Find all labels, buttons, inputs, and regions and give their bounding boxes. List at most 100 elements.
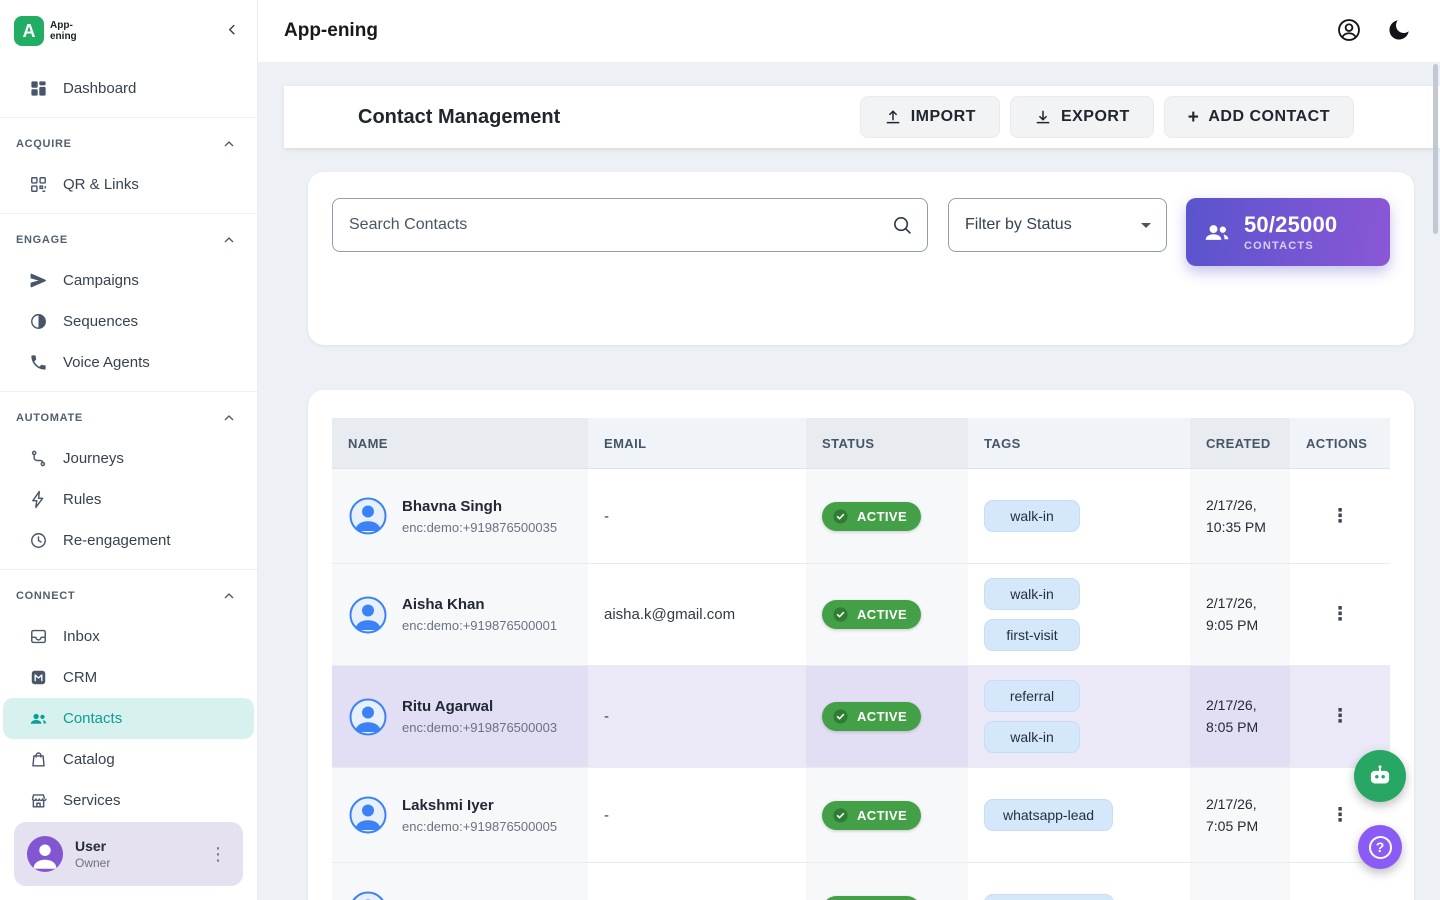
toolbar-actions: IMPORT EXPORT + ADD CONTACT	[860, 96, 1354, 138]
search-input[interactable]	[349, 216, 891, 234]
row-actions-button[interactable]: ⋮	[1321, 599, 1360, 630]
sidebar-item-crm[interactable]: CRM	[0, 657, 257, 698]
sidebar-item-inbox[interactable]: Inbox	[0, 616, 257, 657]
row-actions-button[interactable]: ⋮	[1321, 800, 1360, 831]
cell-email: -	[588, 469, 806, 563]
tag-chip: walk-in	[984, 721, 1080, 753]
contacts-table: NAMEEMAILSTATUSTAGSCREATEDACTIONS Bhavna…	[308, 390, 1414, 900]
sidebar-item-sequences[interactable]: Sequences	[0, 301, 257, 342]
help-fab[interactable]: ?	[1358, 825, 1402, 869]
table-row: Bhavna Singh enc:demo:+919876500035 - ACTIV…	[332, 469, 1390, 564]
export-button[interactable]: EXPORT	[1010, 96, 1154, 138]
column-header-created: CREATED	[1190, 418, 1290, 468]
row-actions-button[interactable]: ⋮	[1321, 895, 1360, 900]
section-title: CONNECT	[16, 590, 75, 602]
status-filter-select[interactable]: Filter by Status	[948, 198, 1167, 252]
cell-name: Bhavna Singh enc:demo:+919876500035	[332, 469, 588, 563]
sidebar-section-automate[interactable]: AUTOMATE	[0, 398, 257, 438]
sidebar-item-campaigns[interactable]: Campaigns	[0, 260, 257, 301]
chat-assistant-fab[interactable]	[1354, 750, 1406, 802]
contacts-count: 50/25000	[1244, 212, 1337, 238]
add-contact-label: ADD CONTACT	[1208, 108, 1330, 126]
app-logo[interactable]: A App- ening	[14, 16, 77, 46]
app-window: A App- ening Dashboard ACQUIREQR & Links E…	[0, 0, 1440, 900]
table-row: Jyoti RawatACTIVEcampaign-lead2/17/26⋮	[332, 863, 1390, 900]
search-icon	[891, 214, 913, 236]
app-title: App-ening	[284, 20, 378, 42]
plus-icon: +	[1188, 108, 1200, 127]
tag-chip: first-visit	[984, 619, 1080, 651]
contact-email: -	[604, 807, 609, 824]
sidebar-item-services[interactable]: Services	[0, 780, 257, 812]
sidebar-item-label: CRM	[63, 669, 97, 686]
scrollbar-thumb[interactable]	[1433, 64, 1438, 234]
download-icon	[1034, 108, 1052, 126]
tag-chip: campaign-lead	[984, 894, 1114, 900]
status-label: ACTIVE	[857, 509, 907, 524]
check-icon	[832, 708, 849, 725]
dashboard-icon	[29, 79, 48, 98]
status-label: ACTIVE	[857, 808, 907, 823]
sidebar-section-block: AUTOMATE JourneysRules Re-engagement	[0, 392, 257, 570]
cell-tags: campaign-lead	[968, 863, 1190, 900]
sidebar-section-block: Dashboard	[0, 62, 257, 118]
sidebar-section-engage[interactable]: ENGAGE	[0, 220, 257, 260]
crm-icon	[29, 668, 48, 687]
sidebar-section-connect[interactable]: CONNECT	[0, 576, 257, 616]
people-icon	[1203, 218, 1231, 246]
cell-email	[588, 863, 806, 900]
table-body: Bhavna Singh enc:demo:+919876500035 - ACTIV…	[332, 469, 1390, 900]
contact-phone: enc:demo:+919876500001	[402, 618, 557, 633]
sidebar-item-label: Catalog	[63, 751, 115, 768]
sidebar-item-label: Re-engagement	[63, 532, 171, 549]
sidebar-item-rules[interactable]: Rules	[0, 479, 257, 520]
account-button[interactable]	[1336, 17, 1362, 46]
table-row: Lakshmi Iyerenc:demo:+919876500005 - ACTIV…	[332, 768, 1390, 863]
reengagement-icon	[29, 531, 48, 550]
sidebar-item-catalog[interactable]: Catalog	[0, 739, 257, 780]
user-info: User Owner	[75, 838, 110, 870]
cell-status: ACTIVE	[806, 469, 968, 563]
add-contact-button[interactable]: + ADD CONTACT	[1164, 96, 1354, 138]
robot-icon	[1366, 762, 1394, 790]
upload-icon	[884, 108, 902, 126]
cell-created: 2/17/26,10:35 PM	[1190, 469, 1290, 563]
sidebar-item-journeys[interactable]: Journeys	[0, 438, 257, 479]
cell-created: 2/17/26,9:05 PM	[1190, 564, 1290, 665]
sidebar-item-contacts[interactable]: Contacts	[3, 698, 254, 739]
app-header: App-ening	[258, 0, 1440, 62]
contact-avatar-icon	[348, 890, 388, 900]
import-button[interactable]: IMPORT	[860, 96, 1000, 138]
tag-chip: whatsapp-lead	[984, 799, 1113, 831]
sidebar-item-label: Services	[63, 792, 121, 809]
chevron-left-icon	[223, 21, 241, 39]
inbox-icon	[29, 627, 48, 646]
sidebar-section-acquire[interactable]: ACQUIRE	[0, 124, 257, 164]
sidebar-item-re-engagement[interactable]: Re-engagement	[0, 520, 257, 561]
sidebar-item-qr-links[interactable]: QR & Links	[0, 164, 257, 205]
section-title: AUTOMATE	[16, 412, 83, 424]
created-time: 9:05 PM	[1206, 616, 1258, 635]
row-actions-button[interactable]: ⋮	[1321, 701, 1360, 732]
contact-phone: enc:demo:+919876500035	[402, 520, 557, 535]
status-badge: ACTIVE	[822, 702, 921, 731]
contact-avatar-icon	[348, 697, 388, 737]
sidebar-item-dashboard[interactable]: Dashboard	[0, 68, 257, 109]
cell-created: 2/17/26,8:05 PM	[1190, 666, 1290, 767]
campaigns-icon	[29, 271, 48, 290]
section-title: ENGAGE	[16, 234, 68, 246]
dark-mode-button[interactable]	[1386, 17, 1412, 46]
sidebar-item-voice-agents[interactable]: Voice Agents	[0, 342, 257, 383]
chevron-up-icon	[221, 588, 237, 604]
collapse-sidebar-button[interactable]	[223, 21, 241, 42]
sidebar-item-label: Dashboard	[63, 80, 136, 97]
user-menu-button[interactable]: ⋮	[201, 838, 235, 871]
contact-name: Bhavna Singh	[402, 498, 557, 515]
cell-name: Jyoti Rawat	[332, 863, 588, 900]
contact-name-block: Lakshmi Iyerenc:demo:+919876500005	[402, 797, 557, 834]
row-actions-button[interactable]: ⋮	[1321, 501, 1360, 532]
cell-status: ACTIVE	[806, 863, 968, 900]
export-label: EXPORT	[1061, 108, 1130, 126]
user-card[interactable]: User Owner ⋮	[14, 822, 243, 886]
contact-phone: enc:demo:+919876500005	[402, 819, 557, 834]
